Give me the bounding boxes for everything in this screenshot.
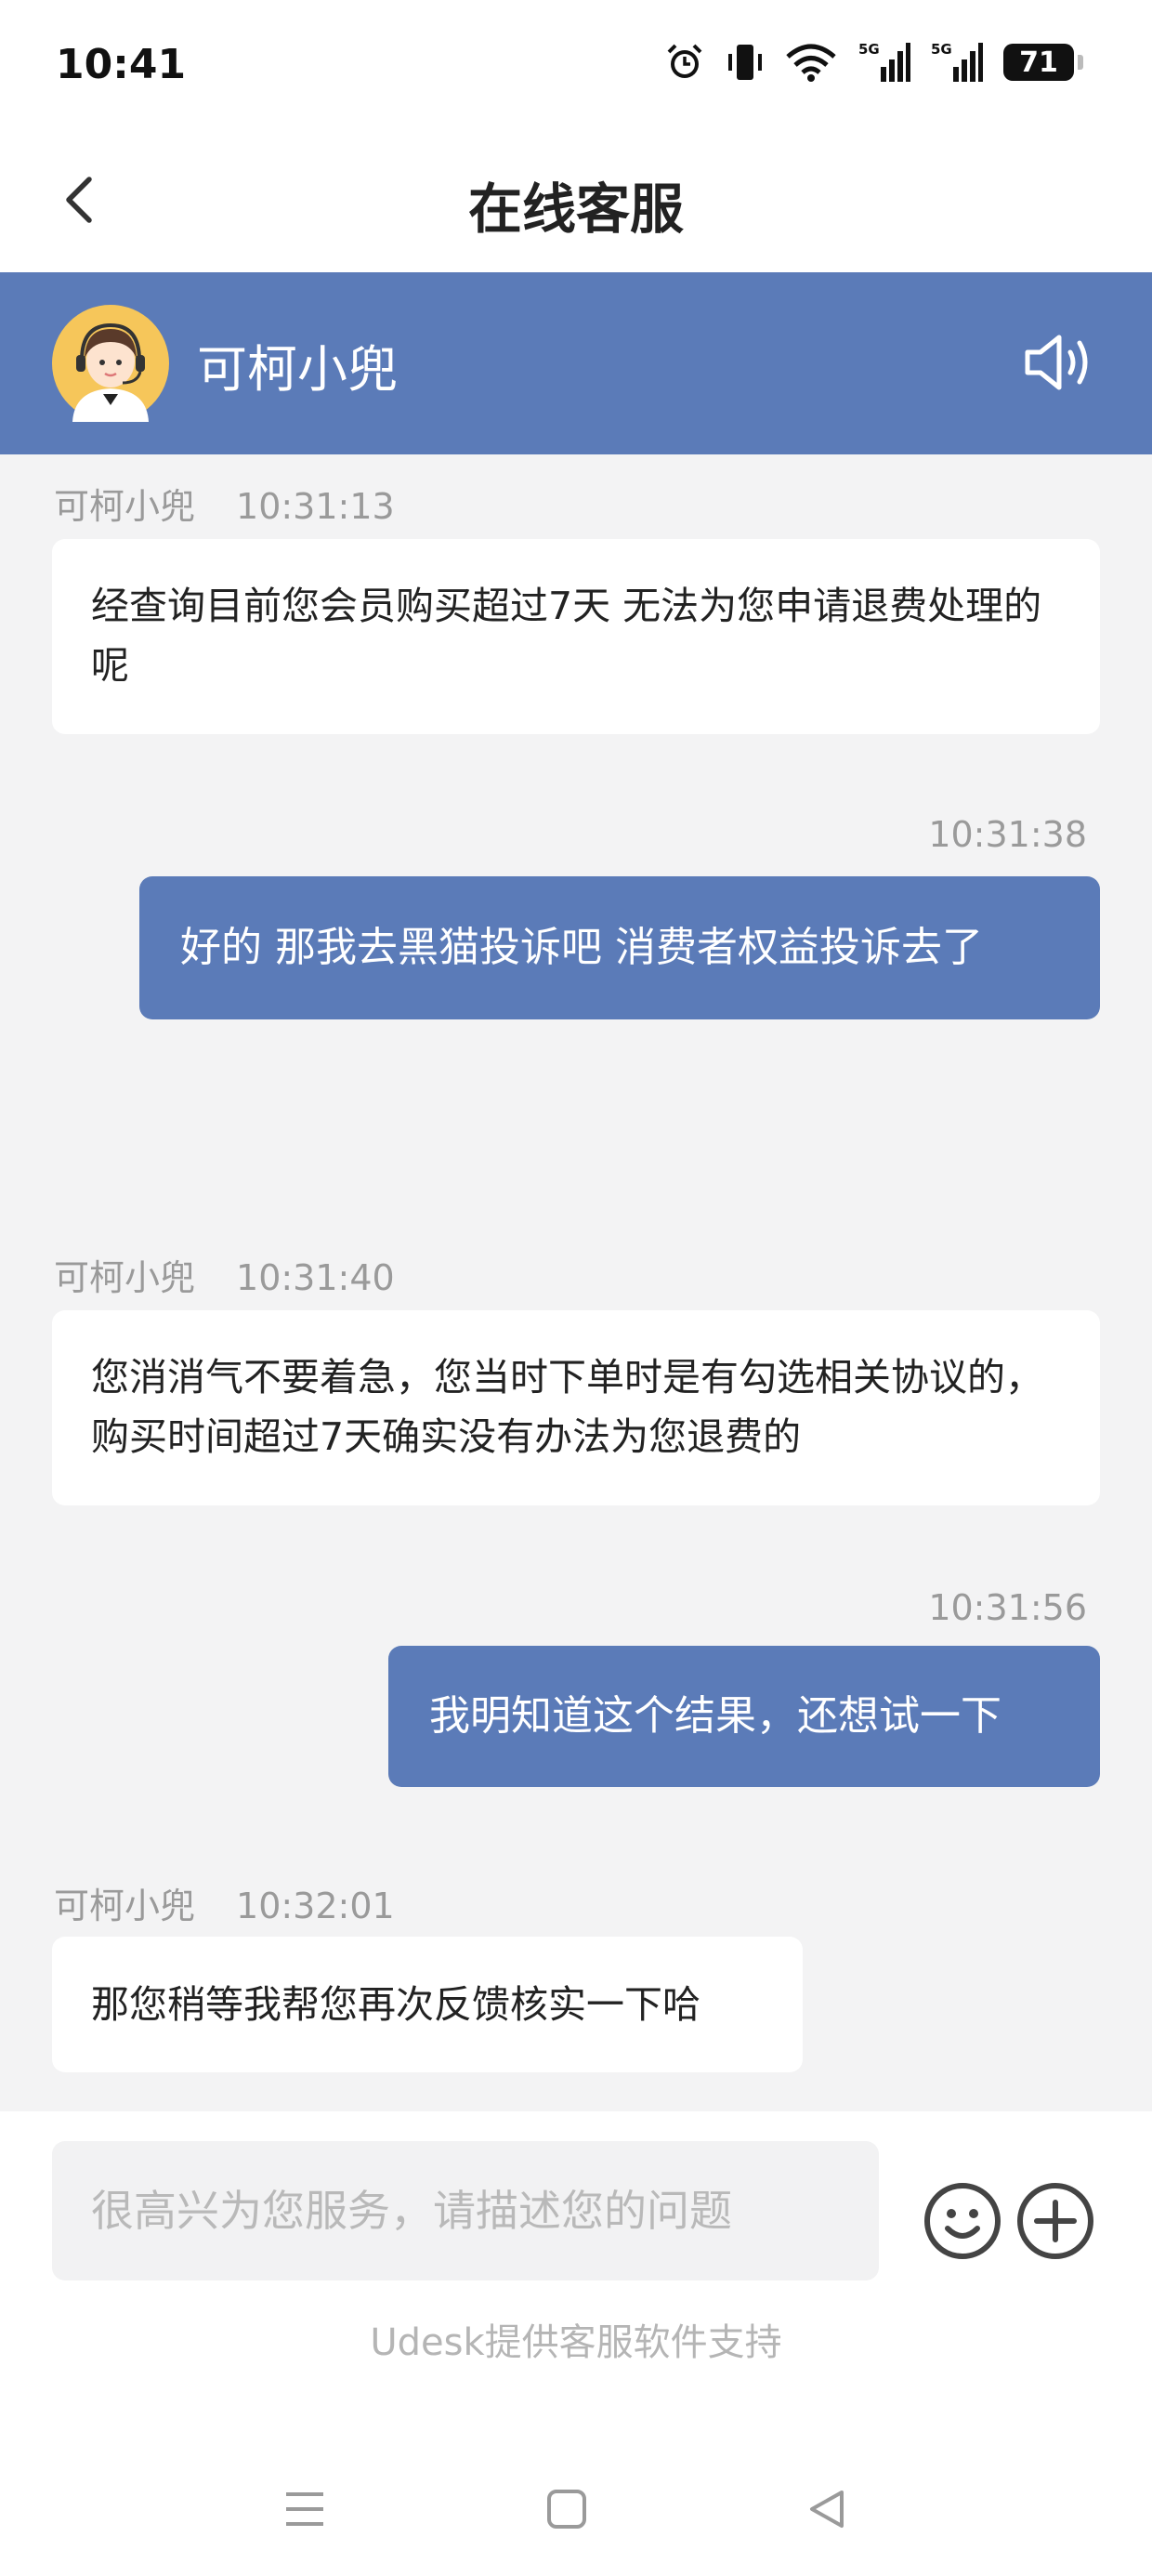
message-sender: 可柯小兜 (54, 1257, 196, 1298)
agent-avatar (52, 305, 169, 422)
message-time: 10:31:38 (928, 814, 1087, 855)
signal-5g-icon: 5G (858, 41, 910, 82)
agent-name: 可柯小兜 (197, 340, 398, 399)
menu-icon[interactable] (284, 2491, 325, 2528)
powered-by-text: Udesk提供客服软件支持 (370, 2321, 782, 2364)
page-title: 在线客服 (467, 177, 684, 241)
agent-header: 可柯小兜 (0, 272, 1152, 454)
message-time: 10:31:40 (236, 1257, 395, 1298)
speaker-icon[interactable] (1022, 330, 1096, 395)
back-triangle-icon[interactable] (806, 2489, 847, 2530)
svg-text:5G: 5G (931, 41, 952, 58)
message-text: 我明知道这个结果，还想试一下 (429, 1692, 1001, 1740)
message-time: 10:31:13 (236, 486, 395, 527)
agent-message-bubble: 经查询目前您会员购买超过7天 无法为您申请退费处理的呢 (52, 539, 1100, 734)
battery-icon: 71 (1003, 44, 1083, 81)
smiley-icon[interactable] (922, 2180, 1003, 2262)
message-sender: 可柯小兜 (54, 1886, 196, 1926)
wifi-icon (786, 44, 836, 82)
system-nav-bar (0, 2453, 1152, 2565)
message-input[interactable] (52, 2141, 879, 2280)
vibrate-icon (728, 45, 762, 80)
message-text: 您消消气不要着急，您当时下单时是有勾选相关协议的，购买时间超过7天确实没有办法为… (91, 1355, 1043, 1459)
agent-message-bubble: 您消消气不要着急，您当时下单时是有勾选相关协议的，购买时间超过7天确实没有办法为… (52, 1310, 1100, 1505)
svg-text:5G: 5G (858, 41, 880, 58)
plus-circle-icon[interactable] (1015, 2180, 1096, 2262)
signal-5g-icon-2: 5G (931, 41, 983, 82)
message-time: 10:31:56 (928, 1587, 1087, 1628)
message-text: 那您稍等我帮您再次反馈核实一下哈 (91, 1982, 700, 2027)
message-sender: 可柯小兜 (54, 486, 196, 527)
status-bar: 10:41 5G 5G 71 (0, 0, 1152, 130)
user-message-bubble: 好的 那我去黑猫投诉吧 消费者权益投诉去了 (139, 876, 1100, 1019)
status-icons: 5G 5G 71 (663, 41, 1083, 84)
nav-bar: 在线客服 (0, 130, 1152, 272)
user-message-bubble: 我明知道这个结果，还想试一下 (388, 1646, 1100, 1787)
message-text: 好的 那我去黑猫投诉吧 消费者权益投诉去了 (180, 924, 983, 971)
alarm-icon (667, 44, 702, 78)
message-meta: 可柯小兜 10:31:40 (54, 1249, 395, 1300)
home-square-icon[interactable] (546, 2489, 587, 2530)
agent-message-bubble: 那您稍等我帮您再次反馈核实一下哈 (52, 1937, 803, 2072)
message-text: 经查询目前您会员购买超过7天 无法为您申请退费处理的呢 (91, 584, 1042, 688)
message-meta: 可柯小兜 10:31:13 (54, 478, 395, 529)
status-time: 10:41 (56, 41, 187, 88)
message-meta: 可柯小兜 10:32:01 (54, 1877, 395, 1928)
message-time: 10:32:01 (236, 1886, 395, 1926)
